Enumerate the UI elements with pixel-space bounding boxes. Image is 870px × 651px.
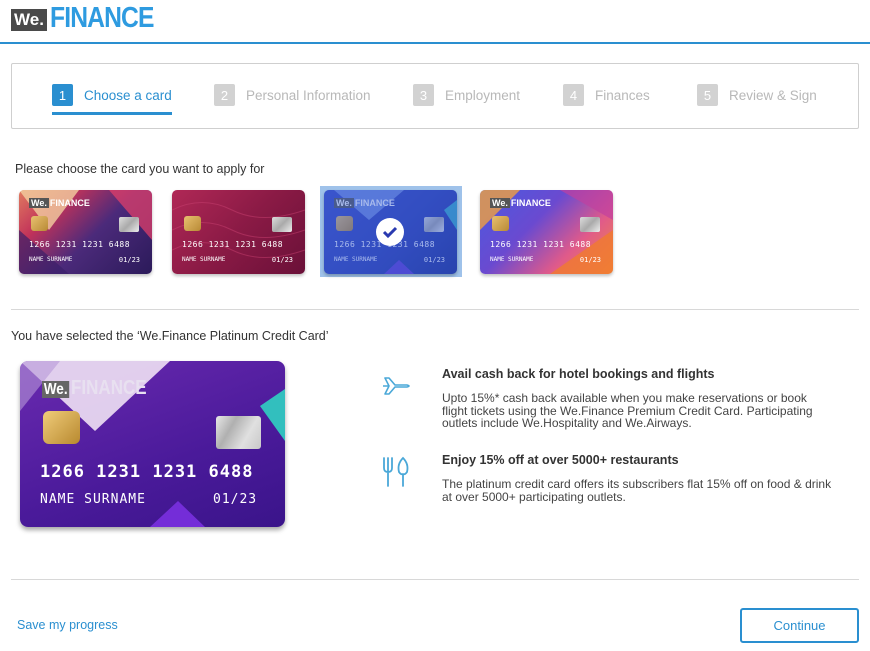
step-number: 5: [697, 84, 718, 106]
selected-card-preview: We. FINANCE 1266 1231 1231 6488 NAME SURN…: [20, 361, 285, 527]
card-logo: We. FINANCE: [29, 198, 90, 208]
step-number: 1: [52, 84, 73, 106]
card-number: 1266 1231 1231 6488: [182, 240, 284, 249]
card-holder-name: NAME SURNAME: [29, 256, 73, 263]
hologram-icon: [119, 217, 139, 232]
cutlery-icon: [383, 456, 409, 487]
brand-logo: We. FINANCE: [11, 1, 172, 34]
card-option-3[interactable]: We. FINANCE 1266 1231 1231 6488 NAME SURN…: [324, 190, 457, 274]
card-number: 1266 1231 1231 6488: [29, 240, 131, 249]
footer-divider: [11, 579, 859, 580]
step-label: Personal Information: [246, 87, 371, 103]
chip-icon: [43, 411, 80, 444]
save-progress-link[interactable]: Save my progress: [17, 618, 118, 632]
card-holder-name: NAME SURNAME: [490, 256, 534, 263]
step-number: 3: [413, 84, 434, 106]
feature-desc-cashback: Upto 15%* cash back available when you m…: [442, 391, 813, 430]
feature-desc-restaurants: The platinum credit card offers its subs…: [442, 477, 832, 504]
airplane-icon: [383, 377, 410, 395]
card-holder-name: NAME SURNAME: [182, 256, 226, 263]
step-label: Choose a card: [84, 87, 172, 103]
chip-icon: [492, 216, 509, 231]
card-option-2[interactable]: 1266 1231 1231 6488 NAME SURNAME 01/23: [172, 190, 305, 274]
step-number: 4: [563, 84, 584, 106]
card-number: 1266 1231 1231 6488: [490, 240, 592, 249]
step-number: 2: [214, 84, 235, 106]
progress-stepper: 1 Choose a card 2 Personal Information 3…: [11, 63, 859, 129]
hologram-icon: [272, 217, 292, 232]
card-expiry: 01/23: [118, 256, 140, 264]
hologram-icon: [580, 217, 600, 232]
step-label: Finances: [595, 87, 650, 103]
step-label: Employment: [445, 87, 521, 103]
step-employment[interactable]: 3 Employment: [413, 84, 520, 106]
section-divider: [11, 309, 859, 310]
step-review-sign[interactable]: 5 Review & Sign: [697, 84, 817, 106]
step-personal-information[interactable]: 2 Personal Information: [214, 84, 371, 106]
step-choose-card[interactable]: 1 Choose a card: [52, 84, 172, 106]
checkmark-icon: [376, 218, 404, 246]
card-option-4[interactable]: We. FINANCE 1266 1231 1231 6488 NAME SURN…: [480, 190, 613, 274]
card-number: 1266 1231 1231 6488: [40, 462, 254, 482]
brand-logo-prefix: We.: [11, 9, 47, 31]
card-choice-prompt: Please choose the card you want to apply…: [15, 162, 265, 176]
selected-card-text: You have selected the ‘We.Finance Platin…: [11, 329, 329, 343]
step-finances[interactable]: 4 Finances: [563, 84, 650, 106]
continue-button[interactable]: Continue: [740, 608, 859, 643]
card-logo: We. FINANCE: [42, 377, 147, 399]
active-step-underline: [52, 112, 172, 115]
chip-icon: [31, 216, 48, 231]
feature-title-cashback: Avail cash back for hotel bookings and f…: [442, 367, 715, 381]
feature-title-restaurants: Enjoy 15% off at over 5000+ restaurants: [442, 453, 679, 467]
header: We. FINANCE: [0, 0, 870, 44]
card-expiry: 01/23: [579, 256, 601, 264]
chip-icon: [184, 216, 201, 231]
step-label: Review & Sign: [729, 87, 817, 103]
card-expiry: 01/23: [213, 492, 258, 507]
hologram-icon: [216, 416, 261, 449]
card-option-1[interactable]: We. FINANCE 1266 1231 1231 6488 NAME SURN…: [19, 190, 152, 274]
card-expiry: 01/23: [271, 256, 293, 264]
card-holder-name: NAME SURNAME: [40, 492, 146, 507]
card-logo: We. FINANCE: [490, 198, 551, 208]
brand-logo-name: FINANCE: [49, 1, 154, 34]
